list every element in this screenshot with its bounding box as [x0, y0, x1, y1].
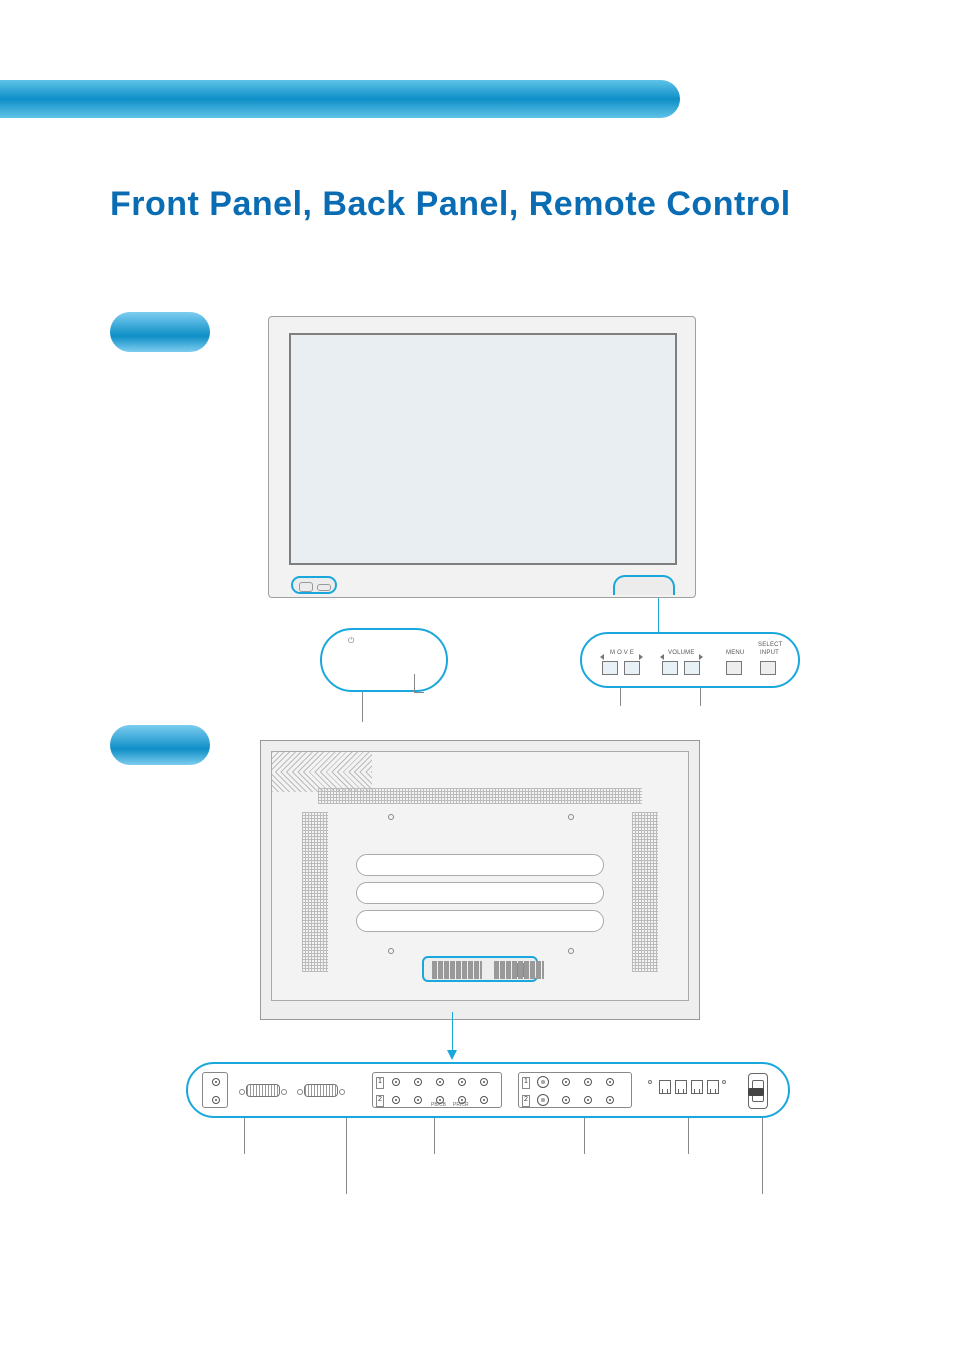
rca-jack[interactable]	[414, 1096, 422, 1104]
buttons-highlight	[613, 575, 675, 595]
vga-port[interactable]	[246, 1084, 280, 1097]
input-label: INPUT	[760, 650, 779, 656]
power-switch[interactable]	[748, 1088, 764, 1096]
pr-label: PR/CR	[453, 1102, 469, 1108]
screw-icon	[388, 814, 394, 820]
rca-jack[interactable]	[562, 1096, 570, 1104]
rca-jack[interactable]	[606, 1096, 614, 1104]
callout-line	[244, 1118, 245, 1154]
right-arrow-icon	[699, 654, 703, 660]
header-bar	[0, 80, 680, 118]
svideo-port[interactable]	[537, 1094, 549, 1106]
right-arrow-icon	[639, 654, 643, 660]
row-badge: 2	[376, 1095, 384, 1107]
svideo-composite-group: 1 2	[518, 1072, 632, 1108]
sensor-detail-bubble: ⏻	[320, 628, 448, 692]
row-badge: 1	[522, 1077, 530, 1089]
vent-grille	[632, 812, 658, 972]
callout-line	[346, 1118, 347, 1194]
expansion-slot	[356, 882, 604, 904]
volume-up-button[interactable]	[684, 661, 700, 675]
callout-line	[414, 674, 415, 692]
menu-button[interactable]	[726, 661, 742, 675]
expansion-slot	[356, 854, 604, 876]
speaker-terminal[interactable]	[691, 1080, 703, 1094]
row-badge: 2	[522, 1095, 530, 1107]
page-title: Front Panel, Back Panel, Remote Control	[110, 185, 791, 224]
volume-down-button[interactable]	[662, 661, 678, 675]
screw-icon	[648, 1080, 652, 1084]
back-inner-plate	[271, 751, 689, 1001]
vent-grille	[302, 812, 328, 972]
callout-line	[762, 1118, 763, 1194]
ports-detail-bubble: 1 2 PB/CB PR/CR 1 2	[186, 1062, 790, 1118]
rca-jack[interactable]	[392, 1096, 400, 1104]
monitor-screen	[289, 333, 677, 565]
select-input-button[interactable]	[760, 661, 776, 675]
port-block	[512, 963, 528, 977]
callout-line	[414, 692, 424, 693]
callout-line	[688, 1118, 689, 1154]
control-buttons-bubble: M O V E VOLUME MENU SELECT INPUT	[580, 632, 800, 688]
rca-jack[interactable]	[584, 1078, 592, 1086]
vent-grille	[272, 752, 372, 772]
rca-jack[interactable]	[392, 1078, 400, 1086]
rca-jack[interactable]	[480, 1096, 488, 1104]
ports-highlight	[422, 956, 538, 982]
move-right-button[interactable]	[624, 661, 640, 675]
vent-grille	[318, 788, 642, 804]
callout-line	[584, 1118, 585, 1154]
rca-jack[interactable]	[584, 1096, 592, 1104]
left-arrow-icon	[600, 654, 604, 660]
rca-jack[interactable]	[414, 1078, 422, 1086]
arrow-line	[452, 1012, 453, 1052]
monitor-front	[268, 316, 696, 598]
move-label: M O V E	[610, 650, 634, 656]
screw-icon	[388, 948, 394, 954]
left-arrow-icon	[660, 654, 664, 660]
volume-label: VOLUME	[668, 650, 695, 656]
section-pill-back	[110, 725, 210, 765]
power-icon: ⏻	[348, 636, 354, 646]
callout-line	[620, 688, 621, 706]
sensor-highlight	[291, 576, 337, 594]
rca-jack[interactable]	[212, 1078, 220, 1086]
speaker-terminal-group	[646, 1072, 728, 1108]
move-left-button[interactable]	[602, 661, 618, 675]
rca-jack[interactable]	[480, 1078, 488, 1086]
svideo-port[interactable]	[537, 1076, 549, 1088]
rca-jack[interactable]	[606, 1078, 614, 1086]
expansion-slot	[356, 910, 604, 932]
pb-label: PB/CB	[431, 1102, 446, 1108]
callout-line	[434, 1118, 435, 1154]
screw-icon	[568, 814, 574, 820]
screw-icon	[568, 948, 574, 954]
speaker-terminal[interactable]	[659, 1080, 671, 1094]
rca-jack[interactable]	[562, 1078, 570, 1086]
select-label: SELECT	[758, 642, 783, 648]
screw-icon	[722, 1080, 726, 1084]
rca-jack[interactable]	[212, 1096, 220, 1104]
row-badge: 1	[376, 1077, 384, 1089]
vga-port[interactable]	[304, 1084, 338, 1097]
rca-jack[interactable]	[458, 1078, 466, 1086]
speaker-terminal[interactable]	[675, 1080, 687, 1094]
component-video-group: 1 2 PB/CB PR/CR	[372, 1072, 502, 1108]
monitor-back	[260, 740, 700, 1020]
speaker-terminal[interactable]	[707, 1080, 719, 1094]
callout-line	[700, 688, 701, 706]
rca-jack[interactable]	[436, 1078, 444, 1086]
menu-label: MENU	[726, 650, 744, 656]
arrow-down-icon	[447, 1050, 457, 1060]
section-pill-front	[110, 312, 210, 352]
audio-out-group	[202, 1072, 228, 1108]
callout-line	[362, 692, 363, 722]
